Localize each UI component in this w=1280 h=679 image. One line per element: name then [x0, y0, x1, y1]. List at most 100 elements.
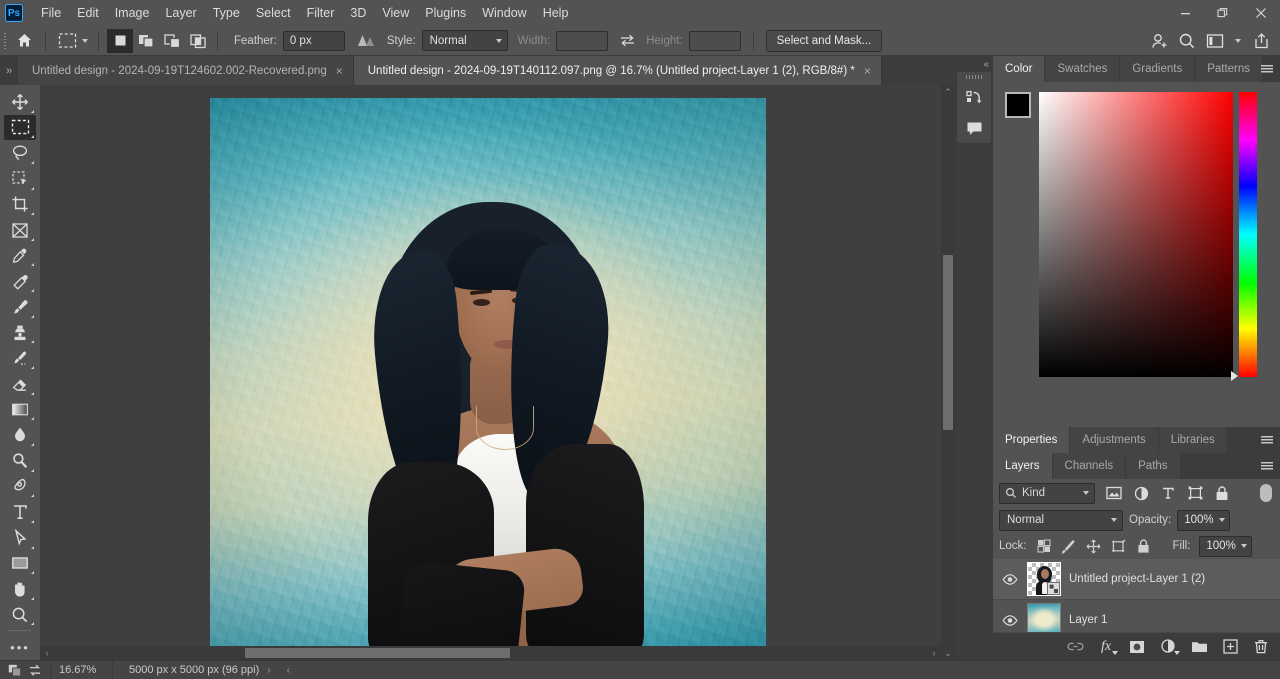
restore-button[interactable]	[1204, 0, 1242, 26]
opacity-input[interactable]: 100%	[1177, 509, 1230, 531]
horizontal-scrollbar-thumb[interactable]	[245, 648, 510, 658]
comments-icon[interactable]	[957, 113, 991, 143]
close-button[interactable]	[1242, 0, 1280, 26]
filter-toggle[interactable]	[1260, 484, 1272, 502]
menu-type[interactable]: Type	[205, 2, 248, 24]
search-icon[interactable]	[1174, 28, 1200, 54]
vertical-scrollbar[interactable]: ⌃ ⌄	[941, 85, 955, 660]
tool-preset-picker[interactable]	[52, 29, 92, 53]
shape-layer-filter-icon[interactable]	[1186, 484, 1204, 502]
menu-view[interactable]: View	[374, 2, 417, 24]
options-bar-grip[interactable]	[0, 26, 9, 56]
pen-tool[interactable]	[4, 474, 36, 500]
edit-toolbar-button[interactable]: •••	[4, 634, 36, 660]
rectangle-tool[interactable]	[4, 551, 36, 577]
type-layer-filter-icon[interactable]	[1159, 484, 1177, 502]
blur-tool[interactable]	[4, 422, 36, 448]
menu-3d[interactable]: 3D	[342, 2, 374, 24]
anti-alias-icon[interactable]	[355, 31, 377, 51]
minimize-button[interactable]	[1166, 0, 1204, 26]
layer-name[interactable]: Untitled project-Layer 1 (2)	[1069, 573, 1205, 585]
home-button[interactable]	[9, 26, 39, 56]
zoom-tool[interactable]	[4, 602, 36, 628]
frame-tool[interactable]	[4, 217, 36, 243]
new-group-icon[interactable]	[1190, 638, 1208, 656]
vertical-scrollbar-thumb[interactable]	[943, 255, 953, 430]
tab-patterns[interactable]: Patterns	[1195, 56, 1264, 82]
crop-tool[interactable]	[4, 192, 36, 218]
tab-channels[interactable]: Channels	[1052, 453, 1127, 479]
close-icon[interactable]: ×	[336, 65, 343, 77]
chevron-down-icon[interactable]	[1230, 28, 1246, 54]
type-tool[interactable]	[4, 499, 36, 525]
fill-input[interactable]: 100%	[1199, 535, 1252, 557]
height-input[interactable]	[688, 30, 741, 51]
history-icon[interactable]	[957, 83, 991, 113]
new-selection-button[interactable]	[107, 28, 133, 53]
horizontal-scrollbar[interactable]: ‹ ›	[40, 646, 941, 660]
history-brush-tool[interactable]	[4, 345, 36, 371]
arrange-documents-icon[interactable]	[8, 664, 22, 677]
clone-stamp-tool[interactable]	[4, 320, 36, 346]
tab-layers[interactable]: Layers	[993, 453, 1053, 479]
workspace-icon[interactable]	[1202, 28, 1228, 54]
properties-panel-menu-icon[interactable]	[1254, 427, 1280, 453]
layer-name[interactable]: Layer 1	[1069, 614, 1107, 626]
collapse-panels-icon[interactable]: «	[955, 56, 993, 72]
layer-visibility-icon[interactable]	[1001, 614, 1019, 626]
gradient-tool[interactable]	[4, 397, 36, 423]
scroll-right-arrow[interactable]: ›	[927, 646, 941, 660]
menu-layer[interactable]: Layer	[157, 2, 204, 24]
close-icon[interactable]: ×	[864, 65, 871, 77]
menu-image[interactable]: Image	[107, 2, 158, 24]
tab-properties[interactable]: Properties	[993, 427, 1071, 453]
eraser-tool[interactable]	[4, 371, 36, 397]
brush-tool[interactable]	[4, 294, 36, 320]
lock-image-pixels-icon[interactable]	[1061, 538, 1077, 554]
rotate-view-icon[interactable]	[28, 664, 42, 677]
new-adjustment-layer-icon[interactable]	[1159, 638, 1180, 656]
add-to-selection-button[interactable]	[133, 29, 159, 53]
pixel-layer-filter-icon[interactable]	[1105, 484, 1123, 502]
scroll-up-arrow[interactable]: ⌃	[941, 85, 955, 99]
scroll-down-arrow[interactable]: ⌄	[941, 646, 955, 660]
layers-panel-menu-icon[interactable]	[1254, 453, 1280, 479]
feather-input[interactable]: 0 px	[282, 30, 345, 51]
rectangular-marquee-tool[interactable]	[4, 114, 36, 141]
layer-row-1[interactable]: Untitled project-Layer 1 (2)	[993, 559, 1280, 600]
foreground-color-swatch[interactable]	[1005, 92, 1031, 118]
adjustment-layer-filter-icon[interactable]	[1132, 484, 1150, 502]
dodge-tool[interactable]	[4, 448, 36, 474]
layer-visibility-icon[interactable]	[1001, 573, 1019, 585]
eyedropper-tool[interactable]	[4, 243, 36, 269]
smart-object-filter-icon[interactable]	[1213, 484, 1231, 502]
move-tool[interactable]	[4, 89, 36, 115]
status-collapse-icon[interactable]: ‹	[287, 665, 290, 676]
canvas-area[interactable]: ⌃ ⌄ ‹ ›	[40, 85, 955, 660]
menu-help[interactable]: Help	[535, 2, 577, 24]
style-select[interactable]: Normal	[421, 30, 508, 51]
width-input[interactable]	[556, 30, 609, 51]
hue-slider[interactable]	[1239, 92, 1257, 377]
menu-window[interactable]: Window	[474, 2, 534, 24]
lock-position-icon[interactable]	[1086, 538, 1102, 554]
lock-all-icon[interactable]	[1136, 538, 1152, 554]
add-layer-mask-icon[interactable]	[1128, 638, 1146, 656]
status-expand-icon[interactable]: ›	[267, 665, 270, 676]
new-layer-icon[interactable]	[1221, 638, 1239, 656]
tab-adjustments[interactable]: Adjustments	[1070, 427, 1159, 453]
tab-paths[interactable]: Paths	[1126, 453, 1181, 479]
tab-swatches[interactable]: Swatches	[1045, 56, 1121, 82]
document-tab-1[interactable]: Untitled design - 2024-09-19T124602.002-…	[18, 56, 354, 85]
link-layers-icon[interactable]	[1066, 638, 1084, 656]
menu-plugins[interactable]: Plugins	[417, 2, 474, 24]
hue-slider-marker[interactable]	[1231, 371, 1238, 381]
spot-healing-brush-tool[interactable]	[4, 268, 36, 294]
delete-layer-icon[interactable]	[1252, 638, 1270, 656]
color-picker-field[interactable]	[1039, 92, 1233, 377]
hand-tool[interactable]	[4, 576, 36, 602]
artboard[interactable]	[210, 98, 766, 654]
lock-artboard-nesting-icon[interactable]	[1111, 538, 1127, 554]
lock-transparent-pixels-icon[interactable]	[1036, 538, 1052, 554]
expand-panel-icon[interactable]: »	[0, 56, 18, 85]
